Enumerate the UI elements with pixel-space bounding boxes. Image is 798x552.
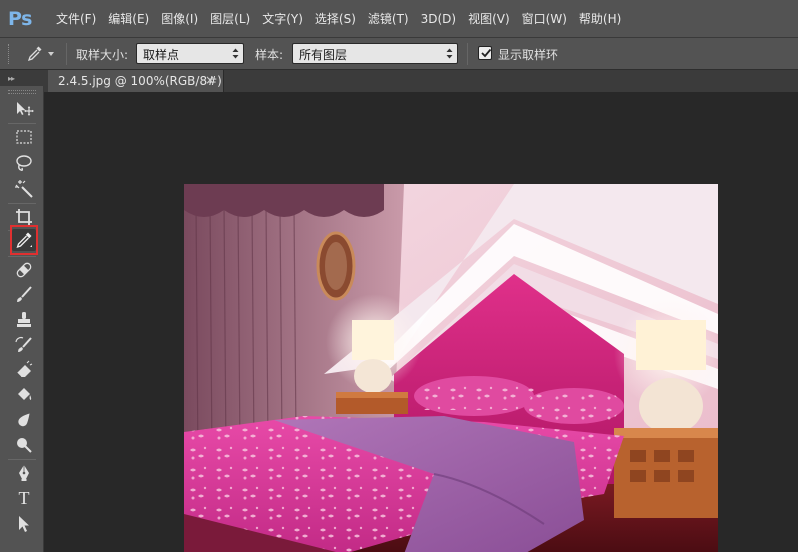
document-canvas[interactable] — [44, 92, 798, 552]
show-sampling-ring-label[interactable]: 显示取样环 — [498, 46, 558, 63]
sample-value: 所有图层 — [299, 48, 348, 62]
options-bar-grip[interactable] — [8, 44, 11, 64]
toolbar-divider — [8, 203, 36, 204]
history-brush-icon — [15, 336, 32, 352]
eraser-icon — [16, 360, 33, 378]
crop-icon — [16, 209, 32, 225]
menu-bar: Ps 文件(F) 编辑(E) 图像(I) 图层(L) 文字(Y) 选择(S) 滤… — [0, 0, 798, 38]
tool-preset-picker[interactable] — [26, 42, 66, 66]
eyedropper-icon — [16, 232, 32, 249]
toolbar-header: ▸▸ — [0, 70, 44, 86]
pen-icon — [19, 465, 29, 481]
lasso-icon — [16, 155, 32, 171]
menu-filter[interactable]: 滤镜(T) — [362, 0, 415, 38]
eyedropper-icon — [26, 44, 44, 65]
collapse-toolbar-icon[interactable]: ▸▸ — [8, 74, 15, 83]
eraser-tool[interactable] — [12, 359, 36, 381]
menu-file[interactable]: 文件(F) — [50, 0, 102, 38]
document-tab-title: 2.4.5.jpg @ 100%(RGB/8#) — [58, 74, 222, 88]
tools-panel-grip[interactable] — [8, 90, 36, 94]
marquee-tool[interactable] — [12, 126, 36, 148]
photoshop-logo: Ps — [8, 7, 32, 30]
options-divider — [467, 43, 468, 65]
sample-size-select[interactable]: 取样点 — [136, 43, 244, 64]
menu-view[interactable]: 视图(V) — [462, 0, 516, 38]
menu-window[interactable]: 窗口(W) — [516, 0, 573, 38]
menu-items: 文件(F) 编辑(E) 图像(I) 图层(L) 文字(Y) 选择(S) 滤镜(T… — [50, 0, 627, 38]
document-tab-bar: 2.4.5.jpg @ 100%(RGB/8#) × — [44, 70, 798, 92]
menu-image[interactable]: 图像(I) — [155, 0, 204, 38]
menu-layer[interactable]: 图层(L) — [204, 0, 256, 38]
menu-type[interactable]: 文字(Y) — [256, 0, 309, 38]
type-icon: T — [18, 487, 30, 508]
select-arrows-icon — [232, 48, 239, 59]
select-arrows-icon — [446, 48, 453, 59]
dodge-icon — [17, 438, 32, 453]
brush-tool[interactable] — [12, 284, 36, 306]
options-bar: 取样大小: 取样点 样本: 所有图层 显示取样环 — [0, 38, 798, 70]
bucket-icon — [18, 388, 32, 400]
droplet-icon — [18, 413, 30, 427]
history-brush-tool[interactable] — [12, 334, 36, 356]
dodge-tool[interactable] — [12, 434, 36, 456]
pen-tool[interactable] — [12, 462, 36, 484]
marquee-icon — [16, 130, 32, 144]
move-tool[interactable] — [12, 98, 36, 120]
tools-panel: T — [0, 86, 44, 552]
stamp-icon — [17, 312, 31, 327]
type-tool[interactable]: T — [12, 487, 36, 509]
show-sampling-ring-checkbox[interactable] — [478, 46, 492, 60]
menu-select[interactable]: 选择(S) — [309, 0, 362, 38]
healing-brush-tool[interactable] — [12, 259, 36, 281]
menu-help[interactable]: 帮助(H) — [573, 0, 627, 38]
magic-wand-icon — [15, 180, 33, 198]
clone-stamp-tool[interactable] — [12, 309, 36, 331]
checkmark-icon — [481, 48, 492, 58]
toolbar-divider — [8, 256, 36, 257]
menu-edit[interactable]: 编辑(E) — [102, 0, 155, 38]
document-tab[interactable]: 2.4.5.jpg @ 100%(RGB/8#) × — [48, 70, 224, 92]
bedroom-photo[interactable] — [184, 184, 718, 552]
sample-label: 样本: — [255, 48, 284, 62]
options-divider — [66, 43, 67, 65]
move-icon — [17, 102, 34, 116]
toolbar-divider — [8, 123, 36, 124]
close-icon[interactable]: × — [205, 73, 215, 87]
lasso-tool[interactable] — [12, 152, 36, 174]
brush-icon — [17, 286, 32, 302]
path-selection-tool[interactable] — [12, 513, 36, 535]
menu-3d[interactable]: 3D(D) — [415, 0, 462, 38]
eyedropper-tool[interactable] — [12, 229, 36, 251]
sample-size-label: 取样大小: — [76, 48, 129, 62]
bedroom-image — [184, 184, 718, 552]
chevron-down-icon — [48, 52, 54, 56]
photoshop-window: Ps 文件(F) 编辑(E) 图像(I) 图层(L) 文字(Y) 选择(S) 滤… — [0, 0, 798, 552]
magic-wand-tool[interactable] — [12, 178, 36, 200]
sample-select[interactable]: 所有图层 — [292, 43, 458, 64]
blur-tool[interactable] — [12, 409, 36, 431]
bandage-icon — [16, 262, 32, 278]
toolbar-divider — [8, 459, 36, 460]
arrow-icon — [19, 516, 29, 532]
paint-bucket-tool[interactable] — [12, 384, 36, 406]
sample-size-value: 取样点 — [143, 48, 180, 62]
